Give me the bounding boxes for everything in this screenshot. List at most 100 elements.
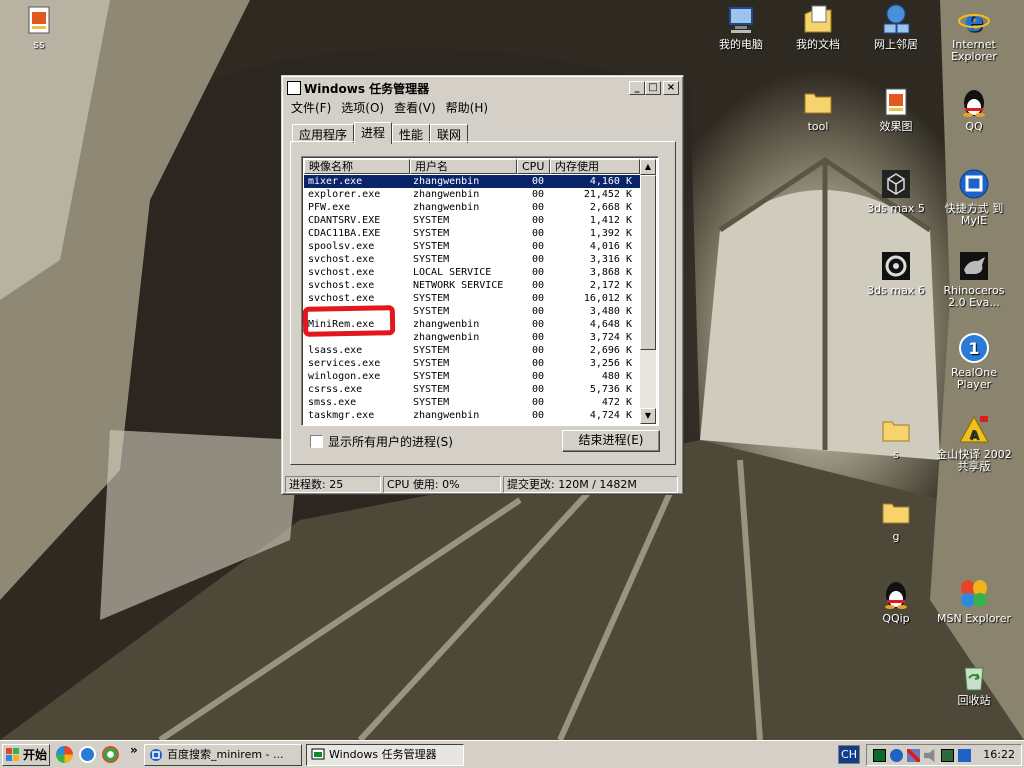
myie-tray-icon[interactable] bbox=[890, 749, 903, 762]
process-user: zhangwenbin bbox=[413, 202, 480, 213]
process-name: explorer.exe bbox=[308, 189, 381, 200]
process-row[interactable]: CDANTSRV.EXE SYSTEM 00 1,412 K bbox=[304, 214, 640, 227]
process-row[interactable]: PFW.exe zhangwenbin 00 2,668 K bbox=[304, 201, 640, 214]
tab-processes[interactable]: 进程 bbox=[354, 122, 393, 144]
desktop-icon-3dsmax5[interactable]: 3ds max 5 bbox=[858, 168, 934, 215]
minimize-button[interactable]: _ bbox=[629, 81, 645, 95]
process-row[interactable]: csrss.exe SYSTEM 00 5,736 K bbox=[304, 383, 640, 396]
desktop-icon-recycle-bin[interactable]: 回收站 bbox=[936, 660, 1012, 707]
column-memory[interactable]: 内存使用 bbox=[550, 159, 640, 174]
process-memory: 480 K bbox=[601, 371, 632, 382]
menu-file[interactable]: 文件(F) bbox=[286, 98, 336, 116]
quicklaunch-more-icon[interactable]: » bbox=[130, 743, 138, 757]
desktop-icon-renderings[interactable]: 效果图 bbox=[858, 86, 934, 133]
desktop-icon-label: 3ds max 6 bbox=[867, 284, 925, 297]
process-row[interactable]: winlogon.exe SYSTEM 00 480 K bbox=[304, 370, 640, 383]
process-user: SYSTEM bbox=[413, 345, 450, 356]
process-name: winlogon.exe bbox=[308, 371, 381, 382]
process-name: lsass.exe bbox=[308, 345, 363, 356]
status-process-count: 进程数: 25 bbox=[285, 476, 381, 493]
task-manager-icon bbox=[311, 748, 325, 760]
media-player-quicklaunch-icon[interactable] bbox=[102, 746, 119, 763]
desktop-icon-qq[interactable]: QQ bbox=[936, 86, 1012, 133]
volume-icon[interactable] bbox=[924, 749, 935, 762]
title-bar[interactable]: Windows 任务管理器 _ □ × bbox=[285, 79, 680, 97]
process-cpu: 00 bbox=[531, 410, 545, 421]
start-button[interactable]: 开始 bbox=[2, 744, 50, 766]
process-row[interactable]: svchost.exe SYSTEM 00 16,012 K bbox=[304, 292, 640, 305]
desktop-icon-my-documents[interactable]: 我的文档 bbox=[780, 4, 856, 51]
desktop-icon-label: QQip bbox=[882, 612, 910, 625]
process-row[interactable]: svchost.exe NETWORK SERVICE 00 2,172 K bbox=[304, 279, 640, 292]
process-row[interactable]: explorer.exe zhangwenbin 00 21,452 K bbox=[304, 188, 640, 201]
vertical-scrollbar[interactable]: ▲ ▼ bbox=[640, 159, 656, 424]
process-cpu: 00 bbox=[531, 189, 545, 200]
desktop-icon-rhinoceros[interactable]: Rhinoceros 2.0 Eva... bbox=[936, 250, 1012, 309]
process-user: SYSTEM bbox=[413, 215, 450, 226]
process-memory: 3,256 K bbox=[589, 358, 632, 369]
desktop-icon-my-computer[interactable]: 我的电脑 bbox=[703, 4, 779, 51]
desktop-icon-internet-explorer[interactable]: e Internet Explorer bbox=[936, 4, 1012, 63]
checkbox-box[interactable] bbox=[310, 435, 323, 448]
column-cpu[interactable]: CPU bbox=[517, 159, 550, 174]
desktop-icon-myie-shortcut[interactable]: 快捷方式 到 MyIE bbox=[936, 168, 1012, 227]
show-all-users-checkbox[interactable]: 显示所有用户的进程(S) bbox=[310, 433, 453, 450]
desktop-icon-ss[interactable]: ss bbox=[1, 4, 77, 51]
desktop-icon-realone[interactable]: 1 RealOne Player bbox=[936, 332, 1012, 391]
desktop-icon-qqip[interactable]: QQip bbox=[858, 578, 934, 625]
taskbar-button-browser[interactable]: 百度搜索_minirem - ... bbox=[144, 744, 302, 766]
svg-text:A: A bbox=[969, 428, 979, 442]
menu-options[interactable]: 选项(O) bbox=[336, 98, 389, 116]
menu-help[interactable]: 帮助(H) bbox=[441, 98, 493, 116]
desktop-icon-3dsmax6[interactable]: 3ds max 6 bbox=[858, 250, 934, 297]
process-cpu: 00 bbox=[531, 371, 545, 382]
desktop-icon-network-places[interactable]: 网上邻居 bbox=[858, 4, 934, 51]
desktop-icon-kingsoft[interactable]: A 金山快译 2002 共享版 bbox=[936, 414, 1012, 473]
desktop-icon-msn-explorer[interactable]: MSN Explorer bbox=[936, 578, 1012, 625]
status-bar: 进程数: 25 CPU 使用: 0% 提交更改: 120M / 1482M bbox=[285, 476, 680, 493]
process-row[interactable]: svchost.exe LOCAL SERVICE 00 3,868 K bbox=[304, 266, 640, 279]
scroll-down-icon[interactable]: ▼ bbox=[640, 408, 656, 424]
process-row[interactable]: taskmgr.exe zhangwenbin 00 4,724 K bbox=[304, 409, 640, 422]
desktop-icon-tool[interactable]: tool bbox=[780, 86, 856, 133]
process-row[interactable]: CDAC11BA.EXE SYSTEM 00 1,392 K bbox=[304, 227, 640, 240]
process-list[interactable]: 映像名称 用户名 CPU 内存使用 mixer.exe zhangwenbin 00… bbox=[301, 156, 659, 426]
folder-icon bbox=[880, 414, 912, 446]
desktop-icon-label: 我的文档 bbox=[796, 38, 840, 51]
column-image-name[interactable]: 映像名称 bbox=[304, 159, 410, 174]
scroll-up-icon[interactable]: ▲ bbox=[640, 159, 656, 175]
process-row[interactable]: mixer.exe zhangwenbin 00 4,160 K bbox=[304, 175, 640, 188]
my-computer-icon bbox=[725, 4, 757, 36]
process-name: PFW.exe bbox=[308, 202, 351, 213]
close-button[interactable]: × bbox=[663, 81, 679, 95]
desktop-icon-s[interactable]: s bbox=[858, 414, 934, 461]
process-row[interactable]: spoolsv.exe SYSTEM 00 4,016 K bbox=[304, 240, 640, 253]
process-cpu: 00 bbox=[531, 306, 545, 317]
language-indicator[interactable]: CH bbox=[838, 745, 860, 764]
msn-quicklaunch-icon[interactable] bbox=[56, 746, 73, 763]
task-manager-icon bbox=[287, 81, 301, 95]
process-row[interactable]: services.exe SYSTEM 00 3,256 K bbox=[304, 357, 640, 370]
kingsoft-translator-icon: A bbox=[958, 414, 990, 446]
process-row[interactable]: svchost.exe SYSTEM 00 3,316 K bbox=[304, 253, 640, 266]
taskbar-button-task-manager[interactable]: Windows 任务管理器 bbox=[306, 744, 464, 766]
process-memory: 4,724 K bbox=[589, 410, 632, 421]
task-manager-tray-icon[interactable] bbox=[873, 749, 886, 762]
process-row[interactable]: lsass.exe SYSTEM 00 2,696 K bbox=[304, 344, 640, 357]
image-file-icon bbox=[23, 4, 55, 36]
column-user-name[interactable]: 用户名 bbox=[410, 159, 517, 174]
process-user: SYSTEM bbox=[413, 384, 450, 395]
show-all-users-label: 显示所有用户的进程(S) bbox=[328, 435, 453, 449]
process-cpu: 00 bbox=[531, 397, 545, 408]
menu-view[interactable]: 查看(V) bbox=[389, 98, 441, 116]
desktop-icon-g[interactable]: g bbox=[858, 496, 934, 543]
end-process-button[interactable]: 结束进程(E) bbox=[562, 430, 660, 452]
scroll-thumb[interactable] bbox=[640, 175, 656, 350]
qq-penguin-icon bbox=[880, 578, 912, 610]
network-disconnected-icon[interactable] bbox=[907, 749, 920, 762]
realone-quicklaunch-icon[interactable] bbox=[79, 746, 96, 763]
app-tray-icon[interactable] bbox=[958, 749, 971, 762]
monitor-tray-icon[interactable] bbox=[941, 749, 954, 762]
process-row[interactable]: smss.exe SYSTEM 00 472 K bbox=[304, 396, 640, 409]
maximize-button[interactable]: □ bbox=[645, 81, 661, 95]
